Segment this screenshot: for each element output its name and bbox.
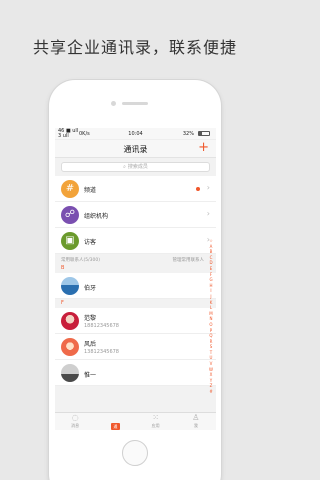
status-bar: 46 ■ ull 3 ull 0K/s 10:04 32% [55,128,216,140]
search-wrap: ⌕ 搜索成员 [55,158,216,176]
alphabet-index[interactable]: ☆ A B C D E F G H I J K L M N O P Q R S T U V W X Y Z # [208,238,214,395]
apps-icon: ⁙ [152,413,159,422]
contact-name: 风后 [84,341,97,348]
contact-row[interactable]: 风后 13812345678 [55,334,216,360]
frequent-contacts-header: 常用联系人(5/300) 管理常用联系人 [55,254,216,264]
menu-item-2[interactable]: ▣ 访客 › [55,228,216,254]
menu-item-label: 组织机构 [84,213,109,220]
avatar [61,312,79,330]
battery-icon [198,131,210,136]
contact-name: 伯牙 [84,285,97,292]
contact-row[interactable]: 惟一 [55,360,216,386]
menu-item-1[interactable]: ☍ 组织机构 › [55,202,216,228]
page-title: 通讯录 [123,145,148,154]
tab-2[interactable]: ⁙ 应用 [136,413,176,430]
chevron-right-icon: › [206,183,210,192]
section-letter: B [55,264,216,273]
add-button[interactable]: + [198,141,209,155]
contact-phone: 13812345678 [84,349,119,355]
speaker-slot [122,102,148,105]
nav-bar: 通讯录 + [55,140,216,158]
message-icon: ◌ [71,413,79,422]
org-icon: ☍ [61,206,79,224]
menu-item-label: 频道 [84,187,97,194]
battery-percent: 32% [182,131,194,137]
unread-dot [196,187,200,191]
contact-row[interactable]: 伯牙 [55,273,216,299]
manage-frequent-link[interactable]: 管理常用联系人 [173,257,205,263]
avatar [61,338,79,356]
tab-bar: ◌消息通通讯录⁙应用♙我 [55,412,216,430]
tab-label: 我 [193,423,198,428]
index-letter[interactable]: # [208,389,214,395]
contact-name: 惟一 [84,372,97,379]
search-placeholder: 搜索成员 [127,164,148,170]
tab-0[interactable]: ◌ 消息 [55,413,95,430]
visitor-icon: ▣ [61,232,79,250]
home-button[interactable] [122,440,148,466]
tab-label: 消息 [71,423,80,428]
headline: 共享企业通讯录，联系便捷 [32,38,237,57]
contact-row[interactable]: 范黎 18812345678 [55,308,216,334]
menu-item-0[interactable]: # 频道 › [55,176,216,202]
frequent-contacts-count: 常用联系人(5/300) [61,258,100,263]
app-screen: 46 ■ ull 3 ull 0K/s 10:04 32% 通讯录 + ⌕ 搜索成… [55,128,216,430]
avatar [61,277,79,295]
contacts-icon: 通 [110,423,120,430]
menu-item-label: 访客 [84,239,97,246]
avatar [61,364,79,382]
camera-dot [111,101,116,106]
contact-groups: B 伯牙 F 范黎 18812345678 风后 13812345678 惟一 [55,264,216,386]
search-input[interactable]: ⌕ 搜索成员 [61,162,210,172]
tab-1[interactable]: 通通讯录 [95,413,135,430]
tab-label: 应用 [151,423,160,428]
chevron-right-icon: › [206,209,210,218]
hash-icon: # [61,180,79,198]
menu-list: # 频道 › ☍ 组织机构 › ▣ 访客 › [55,176,216,254]
contact-phone: 18812345678 [84,323,119,329]
search-icon: ⌕ [123,164,126,170]
person-icon: ♙ [192,413,200,422]
contact-name: 范黎 [84,315,97,322]
section-letter: F [55,299,216,308]
tab-3[interactable]: ♙ 我 [176,413,216,430]
